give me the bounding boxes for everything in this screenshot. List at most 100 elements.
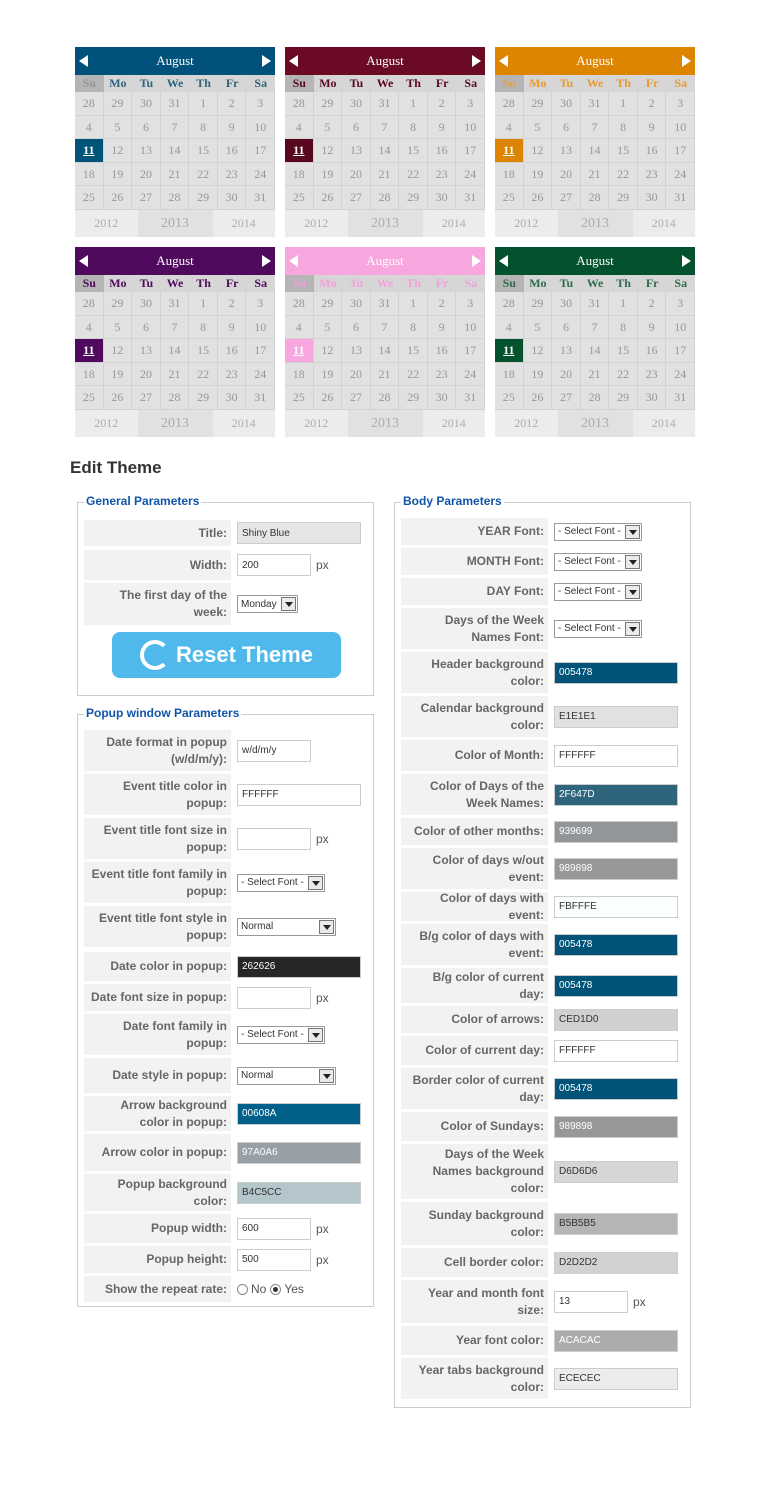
calendar-day[interactable]: 4 <box>285 315 314 340</box>
calendar-day[interactable]: 22 <box>399 162 428 187</box>
calendar-day[interactable]: 13 <box>132 139 161 163</box>
calendar-day[interactable]: 19 <box>523 162 553 187</box>
calendar-day[interactable]: 12 <box>103 139 133 163</box>
text-field[interactable]: 500 <box>237 1248 311 1271</box>
year-tab[interactable]: 2012 <box>75 410 138 437</box>
calendar-day[interactable]: 30 <box>217 186 247 210</box>
calendar-day[interactable]: 30 <box>637 386 667 410</box>
calendar-day[interactable]: 6 <box>552 115 581 140</box>
calendar-day[interactable]: 31 <box>456 386 486 410</box>
year-tab[interactable]: 2013 <box>557 209 633 237</box>
calendar-day[interactable]: 20 <box>132 162 161 187</box>
calendar-day[interactable]: 25 <box>285 386 314 410</box>
calendar-day[interactable]: 2 <box>637 292 667 316</box>
calendar-day[interactable]: 28 <box>580 186 610 210</box>
calendar-day[interactable]: 2 <box>217 292 247 316</box>
calendar-day[interactable]: 14 <box>160 339 190 363</box>
text-field[interactable]: FFFFFF <box>237 783 361 806</box>
calendar-day[interactable]: 18 <box>285 162 314 187</box>
calendar-day[interactable]: 24 <box>246 362 276 387</box>
calendar-day[interactable]: 18 <box>495 162 524 187</box>
font-select[interactable]: - Select Font - <box>554 552 642 571</box>
year-tab[interactable]: 2012 <box>285 410 348 437</box>
calendar-day[interactable]: 22 <box>399 362 428 387</box>
year-tab[interactable]: 2014 <box>423 410 486 437</box>
calendar-day[interactable]: 16 <box>637 339 667 363</box>
calendar-day[interactable]: 2 <box>427 92 457 116</box>
font-select[interactable]: - Select Font - <box>237 873 325 892</box>
calendar-day[interactable]: 24 <box>456 362 486 387</box>
calendar-day[interactable]: 3 <box>246 92 276 116</box>
style-select[interactable]: Normal <box>237 1066 336 1085</box>
calendar-day[interactable]: 4 <box>495 115 524 140</box>
calendar-day[interactable]: 7 <box>580 115 610 140</box>
calendar-day[interactable]: 26 <box>523 186 553 210</box>
calendar-day[interactable]: 16 <box>217 339 247 363</box>
calendar-day[interactable]: 29 <box>189 186 218 210</box>
color-field[interactable]: FFFFFF <box>554 1039 678 1062</box>
calendar-day[interactable]: 14 <box>580 339 610 363</box>
calendar-day[interactable]: 28 <box>285 292 314 316</box>
year-tab[interactable]: 2013 <box>347 209 423 237</box>
calendar-day[interactable]: 30 <box>217 386 247 410</box>
calendar-day[interactable]: 24 <box>246 162 276 187</box>
color-field[interactable]: 262626 <box>237 955 361 978</box>
calendar-day[interactable]: 28 <box>160 186 190 210</box>
calendar-day[interactable]: 19 <box>313 362 343 387</box>
color-field[interactable]: FFFFFF <box>554 744 678 767</box>
year-tab[interactable]: 2012 <box>495 410 558 437</box>
text-field[interactable]: 13 <box>554 1290 628 1313</box>
next-month-arrow-icon[interactable] <box>472 55 481 67</box>
calendar-day[interactable]: 10 <box>246 115 276 140</box>
calendar-day[interactable]: 31 <box>160 92 190 116</box>
calendar-day[interactable]: 1 <box>609 92 638 116</box>
calendar-day[interactable]: 8 <box>189 115 218 140</box>
year-tab[interactable]: 2014 <box>633 210 696 237</box>
calendar-day[interactable]: 10 <box>456 315 486 340</box>
calendar-day[interactable]: 5 <box>523 115 553 140</box>
color-field[interactable]: E1E1E1 <box>554 705 678 728</box>
calendar-day[interactable]: 8 <box>399 315 428 340</box>
calendar-day[interactable]: 16 <box>427 139 457 163</box>
calendar-day[interactable]: 25 <box>75 386 104 410</box>
calendar-day[interactable]: 17 <box>246 139 276 163</box>
color-field[interactable]: B5B5B5 <box>554 1212 678 1235</box>
next-month-arrow-icon[interactable] <box>472 255 481 267</box>
calendar-day[interactable]: 30 <box>427 386 457 410</box>
calendar-day[interactable]: 20 <box>342 162 371 187</box>
year-tab[interactable]: 2014 <box>633 410 696 437</box>
calendar-day[interactable]: 28 <box>285 92 314 116</box>
year-tab[interactable]: 2014 <box>423 210 486 237</box>
calendar-day[interactable]: 19 <box>313 162 343 187</box>
color-field[interactable]: 005478 <box>554 933 678 956</box>
calendar-day[interactable]: 14 <box>370 139 400 163</box>
color-field[interactable]: 2F647D <box>554 783 678 806</box>
calendar-day[interactable]: 10 <box>666 315 696 340</box>
color-field[interactable]: 989898 <box>554 857 678 880</box>
calendar-day[interactable]: 10 <box>456 115 486 140</box>
calendar-day[interactable]: 27 <box>342 186 371 210</box>
calendar-day[interactable]: 29 <box>523 292 553 316</box>
calendar-day[interactable]: 30 <box>132 92 161 116</box>
calendar-day[interactable]: 14 <box>370 339 400 363</box>
calendar-day[interactable]: 30 <box>552 292 581 316</box>
calendar-day[interactable]: 13 <box>342 139 371 163</box>
prev-month-arrow-icon[interactable] <box>79 255 88 267</box>
calendar-day[interactable]: 22 <box>609 162 638 187</box>
first-day-select[interactable]: Monday <box>237 595 298 613</box>
calendar-day[interactable]: 30 <box>552 92 581 116</box>
calendar-day[interactable]: 17 <box>246 339 276 363</box>
color-field[interactable]: 989898 <box>554 1115 678 1138</box>
calendar-day[interactable]: 13 <box>342 339 371 363</box>
calendar-day[interactable]: 23 <box>637 362 667 387</box>
calendar-day[interactable]: 30 <box>342 292 371 316</box>
calendar-day[interactable]: 29 <box>399 386 428 410</box>
calendar-day[interactable]: 28 <box>370 186 400 210</box>
calendar-day[interactable]: 3 <box>456 92 486 116</box>
calendar-day[interactable]: 1 <box>609 292 638 316</box>
calendar-day[interactable]: 25 <box>285 186 314 210</box>
year-tab[interactable]: 2014 <box>213 210 276 237</box>
current-day[interactable]: 11 <box>285 339 314 363</box>
year-tab[interactable]: 2013 <box>557 409 633 437</box>
calendar-day[interactable]: 23 <box>427 362 457 387</box>
